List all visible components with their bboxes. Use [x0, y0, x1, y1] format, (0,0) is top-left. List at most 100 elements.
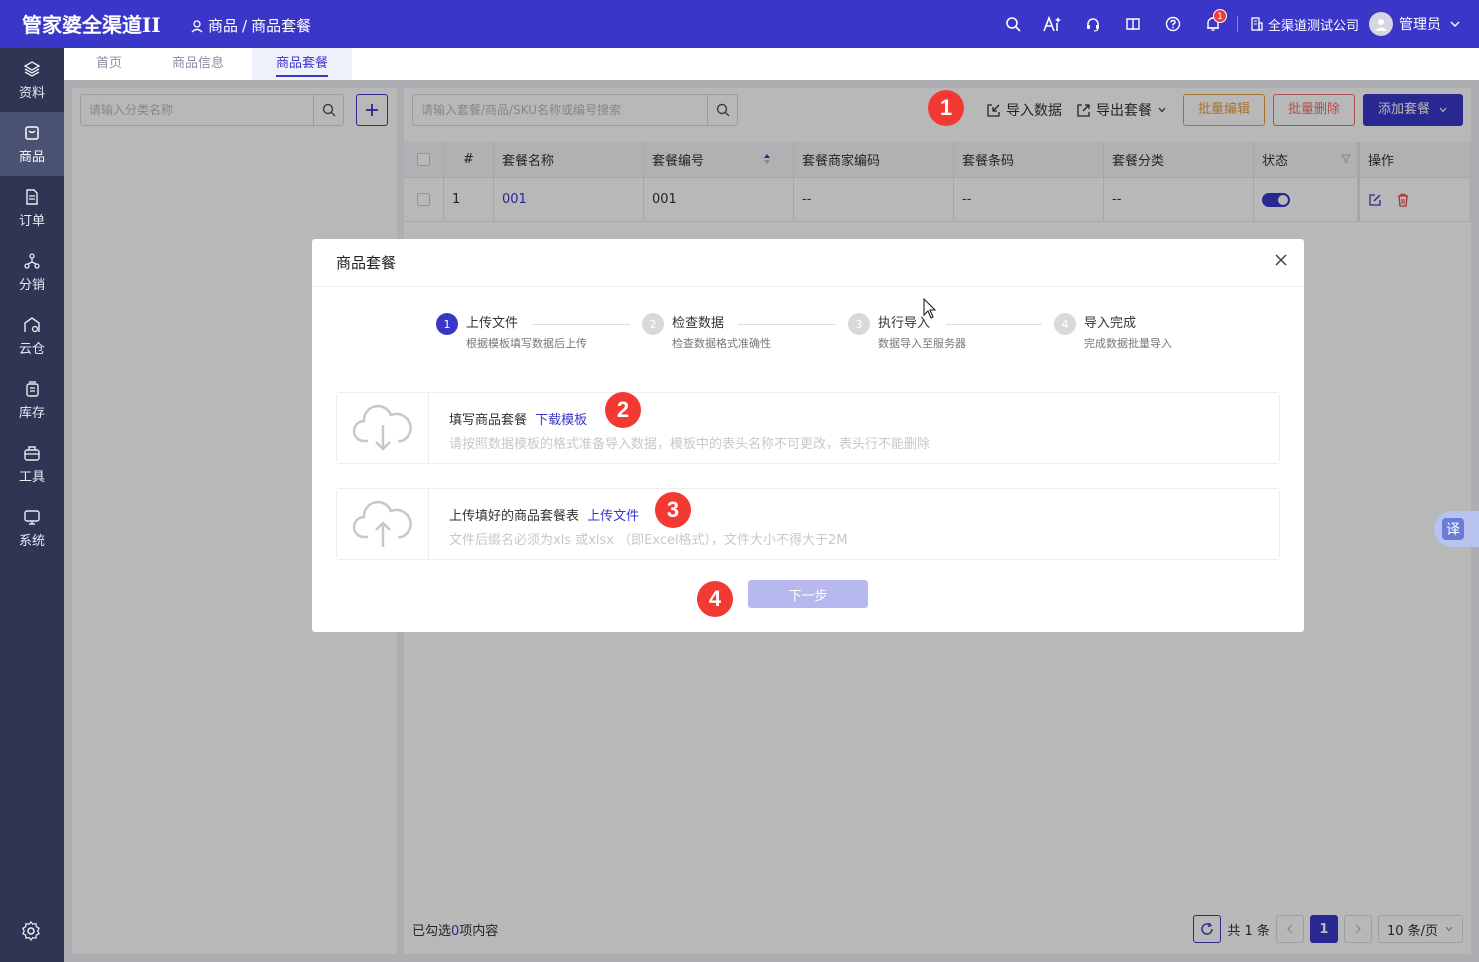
search-button[interactable] — [993, 0, 1033, 48]
breadcrumb-separator: / — [242, 16, 248, 35]
step-desc: 根据模板填写数据后上传 — [466, 337, 587, 350]
cloud-download-icon — [352, 404, 412, 451]
help-button[interactable] — [1153, 0, 1193, 48]
next-step-button[interactable]: 下一步 — [748, 580, 868, 608]
box-icon — [25, 125, 39, 140]
breadcrumb-root[interactable]: 商品 — [208, 15, 238, 36]
page-tabs: 首页 商品信息 商品套餐 — [64, 48, 1479, 80]
step-number: 2 — [642, 313, 664, 335]
company-name: 全渠道测试公司 — [1267, 18, 1359, 34]
sidebar-item-goods[interactable]: 商品 — [0, 112, 64, 176]
tab-goods-info[interactable]: 商品信息 — [148, 48, 248, 80]
step-execute: 3 执行导入 数据导入至服务器 — [848, 313, 966, 351]
ai-button[interactable] — [1033, 0, 1073, 48]
company-switcher[interactable]: 全渠道测试公司 — [1236, 16, 1359, 34]
translate-float-button[interactable]: 译 — [1434, 511, 1479, 547]
network-icon — [24, 252, 40, 269]
sidebar-item-tools[interactable]: 工具 — [0, 432, 64, 496]
help-book-button[interactable] — [1113, 0, 1153, 48]
step-check: 2 检查数据 检查数据格式准确性 — [642, 313, 771, 351]
sidebar-item-label: 资料 — [18, 85, 45, 101]
sidebar-item-label: 云仓 — [18, 341, 45, 357]
tab-label: 首页 — [96, 56, 123, 71]
layers-icon — [23, 60, 41, 77]
sidebar-item-distribution[interactable]: 分销 — [0, 240, 64, 304]
sidebar-item-label: 库存 — [18, 405, 45, 421]
dialog-title: 商品套餐 — [336, 254, 397, 272]
download-template-title: 填写商品套餐 — [449, 413, 528, 428]
sidebar-item-cloud-warehouse[interactable]: 云仓 — [0, 304, 64, 368]
cloud-upload-cell[interactable] — [337, 489, 429, 559]
import-steps: 1 上传文件 根据模板填写数据后上传 2 检查数据 检查数据格式准确性 3 执行… — [436, 313, 1196, 353]
upload-file-link[interactable]: 上传文件 — [587, 509, 639, 524]
upload-file-line: 上传填好的商品套餐表 上传文件 — [449, 505, 639, 524]
tab-goods-package[interactable]: 商品套餐 — [252, 48, 353, 80]
sidebar-item-label: 商品 — [18, 149, 45, 165]
tab-home[interactable]: 首页 — [72, 48, 146, 80]
step-connector — [946, 324, 1042, 325]
cloud-download-cell — [337, 393, 429, 463]
monitor-icon — [24, 509, 40, 525]
download-template-box: 填写商品套餐 下载模板 请按照数据模板的格式准备导入数据，模板中的表头名称不可更… — [336, 392, 1280, 464]
step-connector — [738, 324, 836, 325]
mouse-cursor-icon — [923, 298, 937, 319]
support-button[interactable] — [1073, 0, 1113, 48]
annotation-marker-2: 2 — [605, 392, 641, 428]
tab-label: 商品信息 — [172, 56, 225, 71]
user-icon — [1375, 19, 1387, 31]
chevron-down-icon[interactable] — [1449, 18, 1461, 30]
sidebar-item-label: 工具 — [18, 469, 45, 485]
sidebar-item-label: 订单 — [18, 213, 45, 229]
sidebar-item-orders[interactable]: 订单 — [0, 176, 64, 240]
building-icon — [1251, 17, 1263, 31]
gear-icon — [22, 920, 40, 942]
sidebar-item-label: 系统 — [18, 533, 45, 549]
step-upload: 1 上传文件 根据模板填写数据后上传 — [436, 313, 587, 351]
header-breadcrumb: 商品 / 商品套餐 — [190, 15, 311, 36]
step-desc: 数据导入至服务器 — [878, 337, 966, 350]
upload-file-box: 上传填好的商品套餐表 上传文件 文件后缀名必须为xls 或xlsx （即Exce… — [336, 488, 1280, 560]
document-icon — [26, 188, 38, 205]
sidebar-item-label: 分销 — [18, 277, 45, 293]
app-logo[interactable]: 管家婆全渠道II — [22, 9, 161, 38]
top-actions: 1 全渠道测试公司 管理员 — [993, 0, 1479, 48]
book-icon — [1126, 18, 1140, 31]
translate-icon: 译 — [1442, 518, 1464, 540]
download-template-link[interactable]: 下载模板 — [535, 413, 587, 428]
upload-file-title: 上传填好的商品套餐表 — [449, 509, 580, 524]
notification-button[interactable]: 1 — [1193, 0, 1233, 48]
breadcrumb-current: 商品套餐 — [251, 17, 312, 35]
download-template-line: 填写商品套餐 下载模板 — [449, 409, 587, 428]
top-bar: 管家婆全渠道II 商品 / 商品套餐 1 全渠道测试公司 管理员 — [0, 0, 1479, 48]
location-icon — [191, 19, 203, 32]
step-complete: 4 导入完成 完成数据批量导入 — [1054, 313, 1172, 351]
step-number: 4 — [1054, 313, 1076, 335]
sidebar-item-data[interactable]: 资料 — [0, 48, 64, 112]
sidebar: 资料 商品 订单 分销 云仓 库存 工具 系统 — [0, 48, 64, 962]
inventory-icon — [26, 380, 39, 397]
tab-label: 商品套餐 — [276, 56, 329, 77]
user-name[interactable]: 管理员 — [1399, 14, 1441, 34]
annotation-marker-3: 3 — [655, 492, 691, 528]
download-template-hint: 请按照数据模板的格式准备导入数据，模板中的表头名称不可更改，表头行不能删除 — [449, 437, 931, 452]
step-desc: 完成数据批量导入 — [1084, 337, 1172, 350]
ai-icon — [1043, 16, 1061, 32]
step-title: 导入完成 — [1084, 316, 1137, 331]
avatar[interactable] — [1369, 12, 1393, 36]
sidebar-item-system[interactable]: 系统 — [0, 496, 64, 560]
close-icon[interactable] — [1274, 253, 1288, 267]
annotation-marker-1: 1 — [928, 90, 964, 126]
step-number: 1 — [436, 313, 458, 335]
notification-badge: 1 — [1212, 9, 1227, 23]
step-connector — [532, 324, 630, 325]
warehouse-icon — [24, 316, 40, 332]
search-icon — [1006, 17, 1021, 32]
cloud-upload-icon — [352, 500, 412, 547]
sidebar-item-inventory[interactable]: 库存 — [0, 368, 64, 432]
settings-button[interactable] — [20, 920, 42, 946]
dialog-header: 商品套餐 — [312, 239, 1304, 287]
step-number: 3 — [848, 313, 870, 335]
import-dialog: 商品套餐 1 上传文件 根据模板填写数据后上传 2 检查数据 检查数据格式准确性… — [312, 239, 1304, 632]
upload-file-hint: 文件后缀名必须为xls 或xlsx （即Excel格式），文件大小不得大于2M — [449, 533, 848, 548]
toolbox-icon — [24, 445, 40, 461]
